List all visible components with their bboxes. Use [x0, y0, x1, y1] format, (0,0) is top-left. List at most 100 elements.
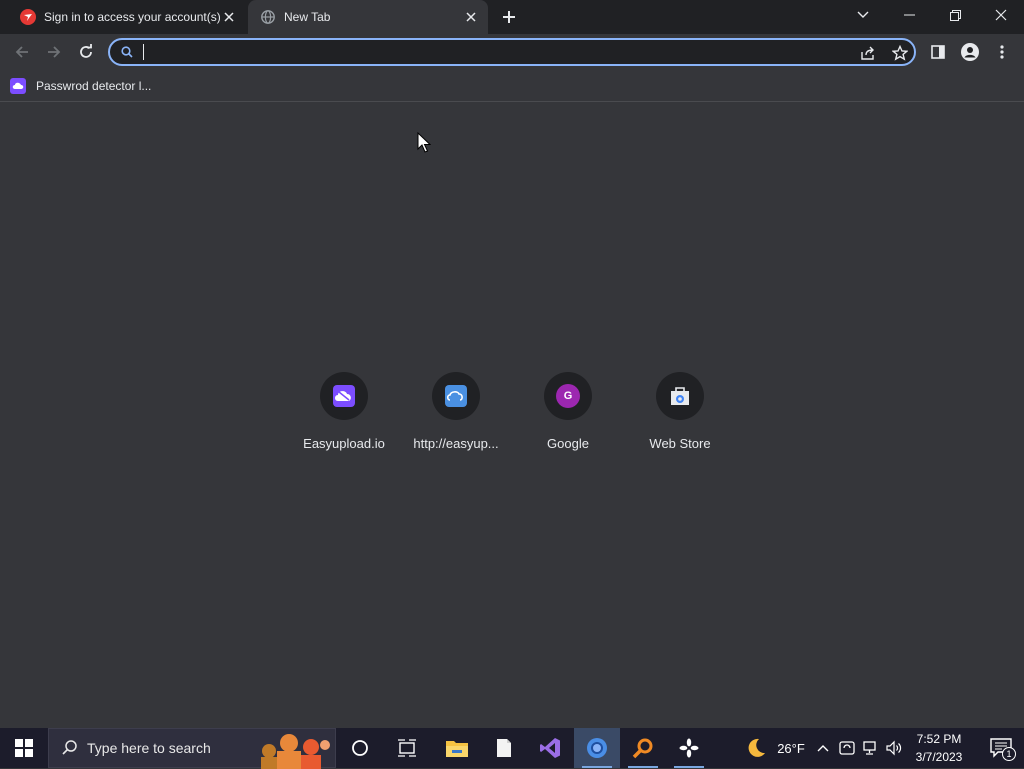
tray-sync-button[interactable] [836, 728, 858, 768]
bookmark-label: Passwrod detector l... [36, 79, 152, 93]
new-tab-button[interactable] [498, 6, 520, 28]
close-window-button[interactable] [978, 0, 1024, 30]
cortana-button[interactable] [337, 728, 383, 768]
show-hidden-icons-button[interactable] [812, 728, 834, 768]
tab-title: New Tab [284, 10, 331, 24]
search-placeholder: Type here to search [87, 740, 211, 756]
clock-time: 7:52 PM [916, 732, 962, 746]
tab-new-tab[interactable]: New Tab [248, 0, 488, 34]
text-caret [143, 44, 144, 60]
clock-date: 3/7/2023 [915, 750, 963, 764]
address-input[interactable] [142, 42, 842, 62]
taskbar: Type here to search 26°F 7:52 PM 3/7/202… [0, 728, 1024, 769]
menu-button[interactable] [990, 40, 1014, 64]
window-controls [840, 0, 1024, 34]
search-icon [62, 740, 77, 755]
search-highlight-illustration-icon [261, 734, 330, 769]
tab-title: Sign in to access your account(s) [44, 10, 220, 24]
address-bar[interactable] [108, 38, 916, 66]
sync-icon [839, 741, 855, 755]
web-store-icon [671, 387, 689, 405]
notification-count-badge: 1 [1002, 747, 1016, 761]
close-icon[interactable] [462, 8, 480, 26]
back-button[interactable] [10, 40, 34, 64]
clock[interactable]: 7:52 PM 3/7/2023 [906, 730, 972, 766]
windows-logo-icon [15, 739, 33, 757]
file-explorer-button[interactable] [434, 728, 480, 768]
easyupload-icon [333, 385, 355, 407]
bookmark-item[interactable]: Passwrod detector l... [10, 74, 151, 98]
search-tool-button[interactable] [620, 728, 666, 768]
shortcut-icon-circle [320, 372, 368, 420]
restore-button[interactable] [932, 0, 978, 30]
shortcut-icon-circle [432, 372, 480, 420]
minimize-icon [903, 14, 915, 16]
shortcut-icon-circle: G [544, 372, 592, 420]
shortcut-label: http://easyup... [413, 436, 499, 451]
red-brand-icon [20, 9, 36, 25]
shortcut-tile[interactable]: http://easyup... [400, 372, 512, 451]
start-button[interactable] [0, 728, 48, 768]
bookmarks-bar: Passwrod detector l... [0, 70, 1024, 102]
tab-sign-in[interactable]: Sign in to access your account(s) [8, 0, 246, 34]
volume-button[interactable] [883, 728, 905, 768]
shortcut-tile[interactable]: G Google [512, 372, 624, 451]
notepad-button[interactable] [481, 728, 527, 768]
google-letter: G [563, 390, 573, 402]
taskbar-search-box[interactable]: Type here to search [48, 728, 336, 769]
magnifier-app-icon [632, 738, 653, 759]
profile-button[interactable] [958, 40, 982, 64]
shortcut-tile[interactable]: Easyupload.io [288, 372, 400, 451]
chrome-button[interactable] [574, 728, 620, 768]
tab-strip: Sign in to access your account(s) New Ta… [0, 0, 1024, 34]
network-button[interactable] [860, 728, 882, 768]
bookmark-star-icon[interactable] [890, 43, 910, 63]
shortcut-icon-circle [656, 372, 704, 420]
weather-temperature: 26°F [777, 740, 805, 756]
forward-button[interactable] [42, 40, 66, 64]
weather-widget[interactable]: 26°F [730, 728, 820, 768]
task-view-button[interactable] [384, 728, 430, 768]
reload-button[interactable] [74, 40, 98, 64]
close-icon [995, 9, 1007, 21]
close-icon[interactable] [220, 8, 238, 26]
share-icon[interactable] [858, 43, 878, 63]
network-icon [863, 741, 876, 755]
pinwheel-app-button[interactable] [666, 728, 712, 768]
kebab-menu-icon [1000, 45, 1004, 59]
visual-studio-button[interactable] [527, 728, 573, 768]
profile-icon [961, 43, 979, 61]
arrow-right-icon [48, 46, 61, 58]
restore-icon [949, 9, 961, 21]
pinwheel-icon [679, 738, 699, 758]
chevron-down-icon [857, 11, 869, 18]
cloud-icon [445, 385, 467, 407]
search-icon [121, 46, 133, 58]
shortcut-tile[interactable]: Web Store [624, 372, 736, 451]
chevron-up-icon [817, 745, 829, 752]
purple-app-icon [10, 78, 26, 94]
tab-search-button[interactable] [840, 0, 886, 30]
moon-icon [748, 738, 766, 757]
toolbar [0, 34, 1024, 70]
folder-icon [446, 741, 468, 757]
reload-icon [80, 44, 92, 58]
arrow-left-icon [15, 46, 28, 58]
task-view-icon [398, 739, 416, 757]
shortcut-label: Google [547, 436, 589, 451]
speaker-icon [886, 740, 902, 756]
visual-studio-icon [540, 738, 560, 758]
shortcut-label: Web Store [649, 436, 711, 451]
shortcut-label: Easyupload.io [303, 436, 385, 451]
side-panel-button[interactable] [926, 40, 950, 64]
action-center-button[interactable]: 1 [978, 728, 1024, 768]
minimize-button[interactable] [886, 0, 932, 30]
plus-icon [503, 11, 515, 23]
document-icon [497, 739, 511, 757]
cortana-icon [352, 740, 368, 756]
globe-icon [260, 9, 276, 25]
google-g-icon: G [556, 384, 580, 408]
side-panel-icon [931, 45, 945, 59]
chrome-icon [587, 738, 607, 758]
mouse-cursor-icon [417, 131, 432, 159]
